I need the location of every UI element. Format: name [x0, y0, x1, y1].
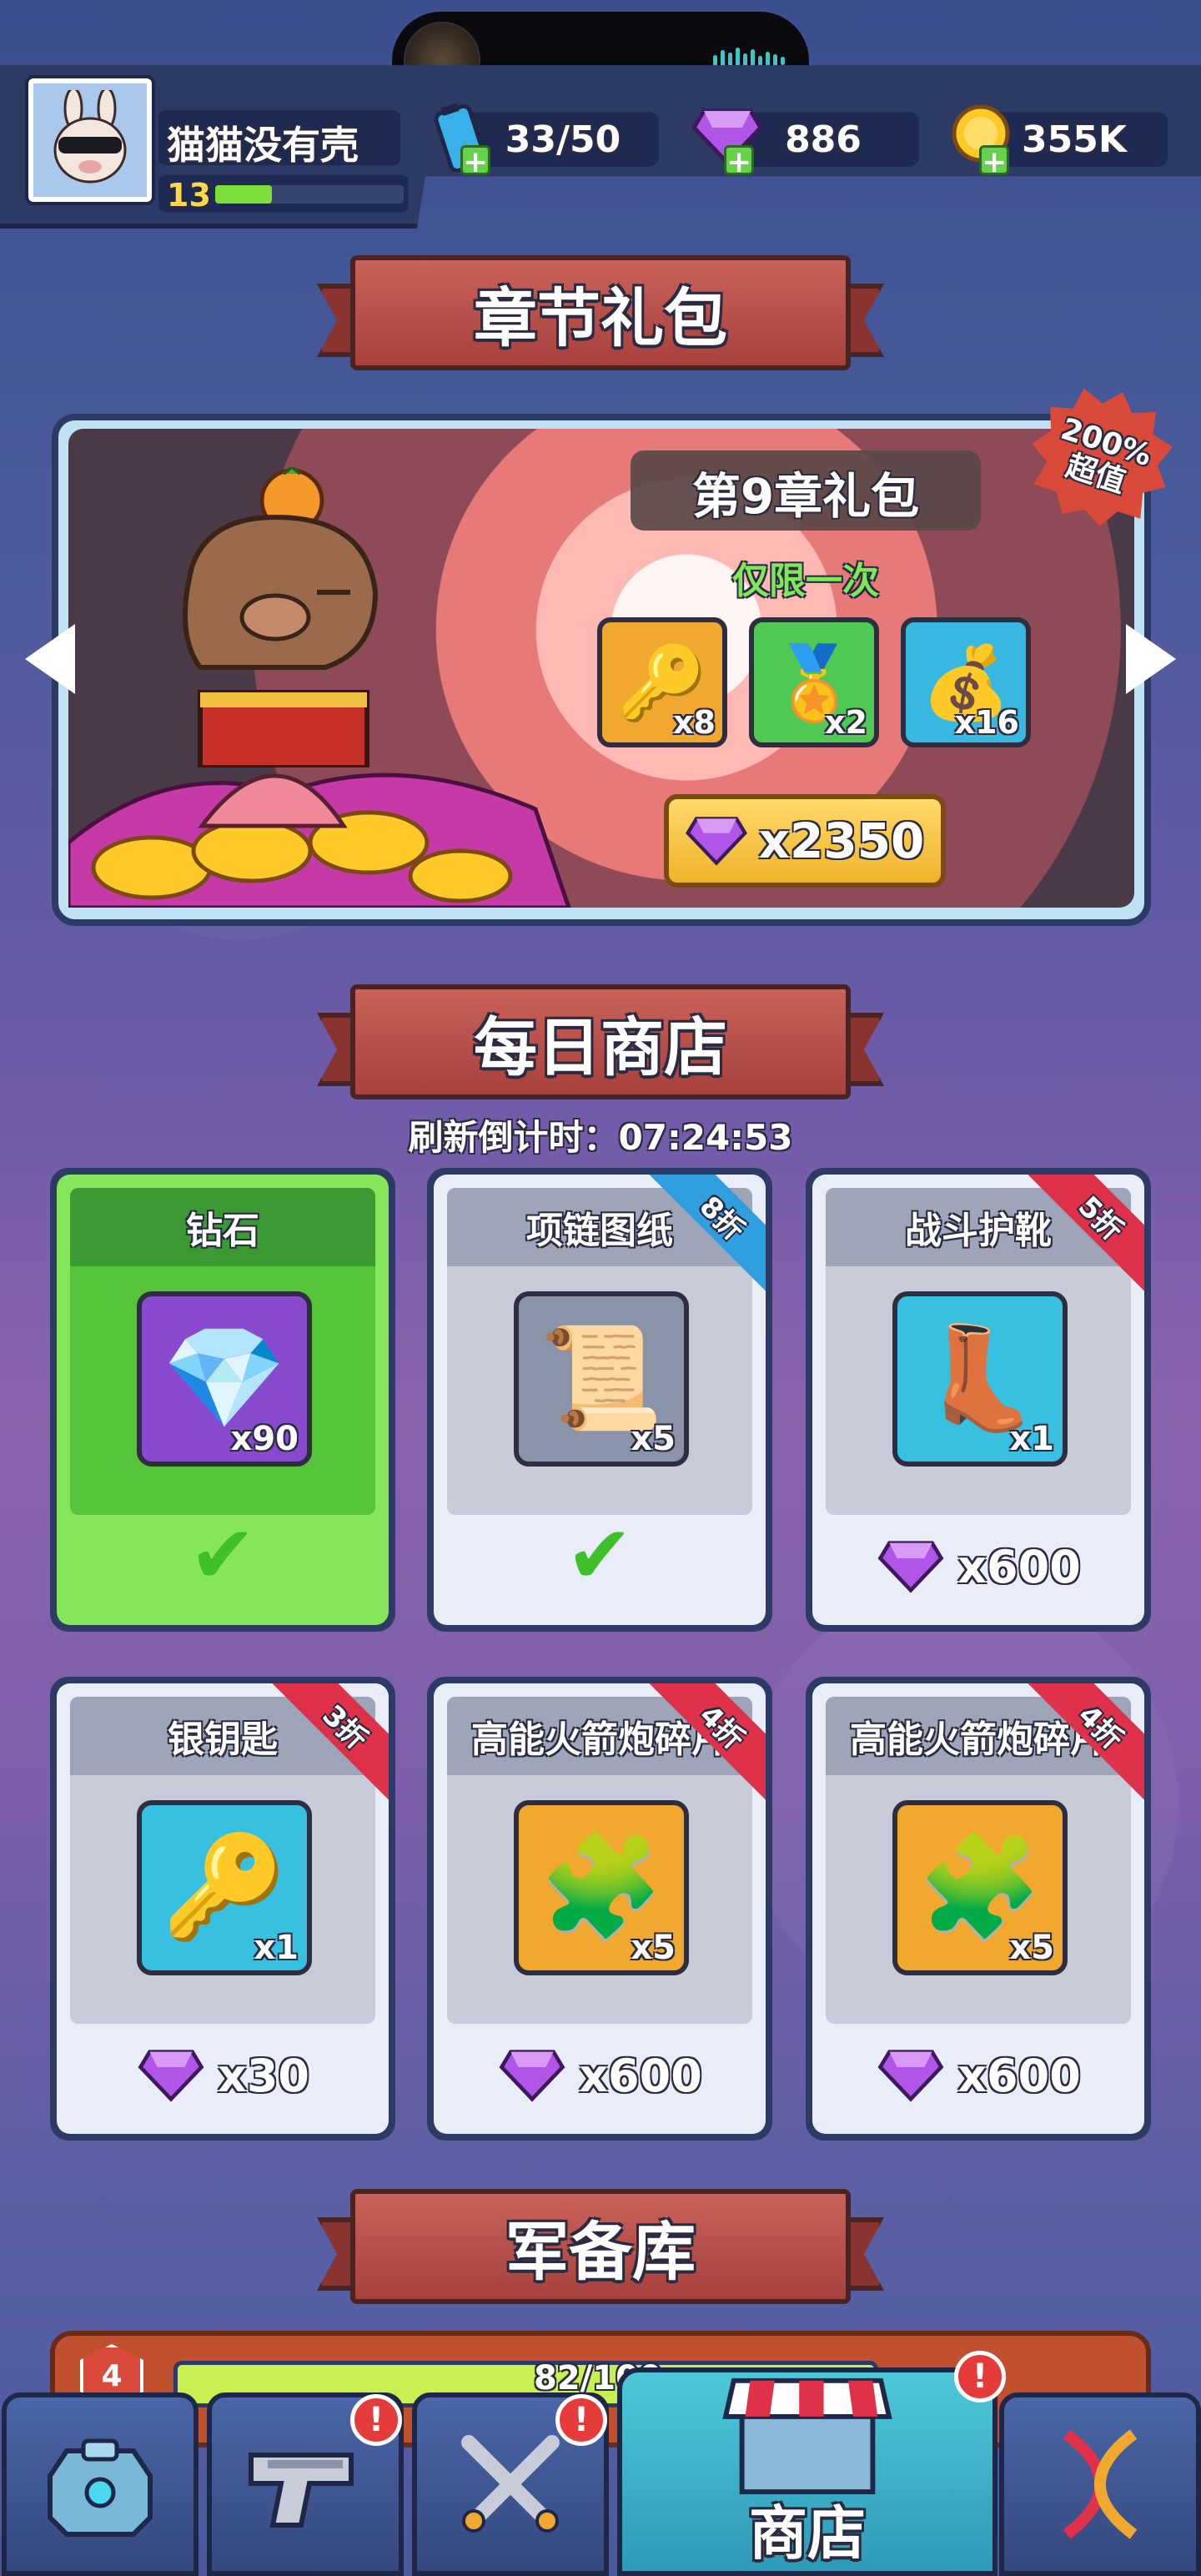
item-qty: x5	[631, 1420, 676, 1458]
gem-icon	[877, 2050, 944, 2102]
level-progress-fill	[215, 185, 272, 204]
weapons-alert-icon: !	[350, 2394, 402, 2446]
chapter-pack-banner: 章节礼包	[317, 255, 884, 370]
nav-shop[interactable]: 商店	[617, 2367, 997, 2576]
item-price[interactable]: x600	[812, 2049, 1144, 2102]
capybara-character-icon	[183, 467, 379, 767]
battle-alert-icon: !	[555, 2394, 607, 2446]
price-value: x30	[218, 2049, 309, 2102]
gem-icon	[685, 817, 747, 866]
next-pack-arrow[interactable]	[1126, 624, 1176, 694]
gem-icon	[499, 2050, 565, 2102]
refresh-countdown: 刷新倒计时：07:24:53	[408, 1117, 793, 1158]
item-icon-box: 📜 x5	[514, 1291, 689, 1467]
armory-heading: 军备库	[505, 2215, 696, 2289]
reward-qty: x8	[673, 704, 716, 741]
reward-qty: x16	[954, 704, 1019, 741]
shop-item-card[interactable]: 项链图纸 📜 x5 ✔ 8折	[427, 1168, 772, 1632]
reward-qty: x2	[825, 704, 867, 741]
item-price[interactable]: x600	[812, 1540, 1144, 1593]
item-icon-box: 🧩 x5	[514, 1800, 689, 1975]
add-energy-button[interactable]: +	[460, 145, 490, 178]
price-value: x600	[957, 1540, 1081, 1593]
item-name: 钻石	[70, 1188, 375, 1266]
shop-item-card[interactable]: 战斗护靴 👢 x1 x600 5折	[806, 1168, 1151, 1632]
item-icon-box: 💎 x90	[137, 1291, 312, 1467]
price-value: x600	[957, 2049, 1081, 2102]
armory-banner: 军备库	[317, 2189, 884, 2304]
item-qty: x5	[1009, 1929, 1054, 1967]
add-gems-button[interactable]: +	[724, 145, 754, 178]
rabbit-avatar-icon	[53, 90, 127, 184]
shop-icon	[722, 2377, 892, 2495]
chapter-pack-heading: 章节礼包	[474, 281, 727, 355]
nav-armor[interactable]	[2, 2392, 198, 2576]
pack-title: 第9章礼包	[691, 468, 920, 525]
swords-icon	[461, 2435, 560, 2533]
price-value: x600	[579, 2049, 702, 2102]
shop-item-card[interactable]: 银钥匙 🔑 x1 x30 3折	[50, 1677, 395, 2141]
shop-label: 商店	[749, 2499, 866, 2568]
shop-item-card[interactable]: 钻石 💎 x90 ✔	[50, 1168, 395, 1632]
shop-item-card[interactable]: 高能火箭炮碎片 🧩 x5 x600 4折	[427, 1677, 772, 2141]
dna-icon	[1063, 2429, 1138, 2539]
item-qty: x1	[254, 1929, 299, 1967]
buy-pack-button[interactable]: x2350	[664, 794, 946, 888]
energy-value: 33/50	[505, 118, 621, 161]
player-avatar[interactable]	[25, 75, 155, 205]
pack-reward-2[interactable]: 🏅 x2	[749, 617, 879, 747]
item-icon-box: 🔑 x1	[137, 1800, 312, 1975]
purchased-check-icon: ✔	[188, 1508, 257, 1602]
daily-shop-banner: 每日商店	[317, 984, 884, 1099]
player-name: 猫猫没有壳	[167, 123, 359, 168]
gem-icon	[138, 2050, 204, 2102]
shop-item-card[interactable]: 高能火箭炮碎片 🧩 x5 x600 4折	[806, 1677, 1151, 2141]
nav-dna[interactable]	[999, 2392, 1201, 2576]
add-coins-button[interactable]: +	[979, 145, 1009, 178]
daily-shop-heading: 每日商店	[474, 1010, 727, 1084]
treasure-pile-icon	[68, 772, 571, 908]
item-price[interactable]: x600	[434, 2049, 766, 2102]
pack-reward-3[interactable]: 💰 x16	[901, 617, 1031, 747]
item-icon-box: 👢 x1	[892, 1291, 1068, 1467]
gun-icon	[249, 2453, 354, 2528]
item-icon-box: 🧩 x5	[892, 1800, 1068, 1975]
armor-icon	[48, 2438, 153, 2537]
item-qty: x5	[631, 1929, 676, 1967]
pack-limit-label: 仅限一次	[732, 560, 879, 602]
coin-value: 355K	[1022, 118, 1127, 161]
gem-value: 886	[785, 118, 862, 161]
shop-alert-icon: !	[954, 2351, 1006, 2402]
gem-icon	[877, 1541, 944, 1593]
previous-pack-arrow[interactable]	[25, 624, 75, 694]
item-qty: x90	[230, 1420, 299, 1458]
item-qty: x1	[1009, 1420, 1054, 1458]
pack-rewards: 🔑 x8 🏅 x2 💰 x16	[597, 617, 1031, 747]
pack-reward-1[interactable]: 🔑 x8	[597, 617, 727, 747]
player-level: 13	[167, 177, 211, 214]
item-price[interactable]: x30	[57, 2049, 389, 2102]
pack-price: x2350	[758, 813, 925, 869]
purchased-check-icon: ✔	[565, 1508, 634, 1602]
